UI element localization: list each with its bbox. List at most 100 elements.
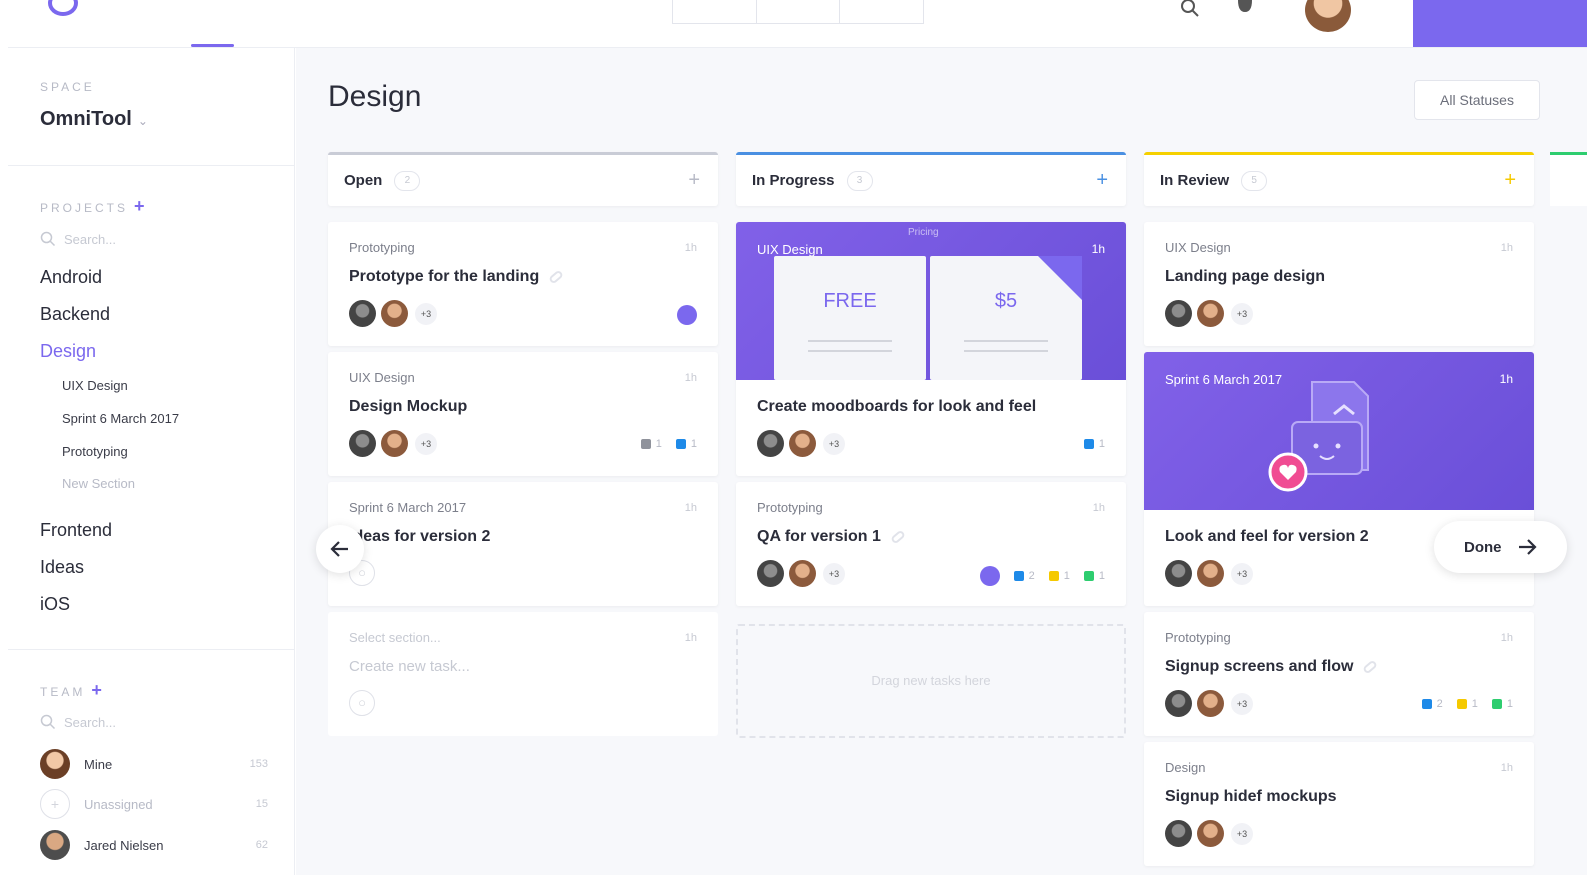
scroll-left-button[interactable] [316, 525, 364, 573]
tag-count: 2 [1436, 698, 1443, 710]
avatar [381, 300, 408, 327]
add-team-member-icon[interactable]: + [91, 680, 102, 700]
status-filter-button[interactable]: All Statuses [1414, 80, 1540, 120]
avatar [349, 300, 376, 327]
card-section: Prototyping [1165, 630, 1231, 645]
assignees[interactable]: +3 [349, 430, 437, 457]
sidebar-subitem-sprint[interactable]: Sprint 6 March 2017 [62, 411, 179, 426]
attachment-icon [889, 529, 906, 545]
card-title: Landing page design [1165, 268, 1326, 285]
unassigned-avatar-icon: + [40, 789, 70, 819]
assignees[interactable]: ○ [349, 690, 375, 716]
task-card[interactable]: Sprint 6 March 2017 1h Ideas for version… [328, 482, 718, 606]
notifications-icon[interactable] [1234, 0, 1256, 16]
column-count: 2 [394, 170, 421, 191]
pricing-card-free: FREE [774, 256, 926, 380]
task-card[interactable]: Pricing UIX Design 1h FREE $5 Create moo… [736, 222, 1126, 476]
sidebar-subitem-uix-design[interactable]: UIX Design [62, 378, 128, 393]
view-switcher[interactable] [672, 0, 924, 24]
column-count: 3 [846, 170, 873, 191]
tag-badge: 1 [1456, 698, 1478, 710]
task-card[interactable]: Prototyping 1h Prototype for the landing… [328, 222, 718, 346]
view-option-2[interactable] [757, 0, 841, 23]
arrow-left-icon [330, 541, 348, 557]
tag-color [640, 439, 651, 449]
avatar [1197, 690, 1224, 717]
sidebar-item-ios[interactable]: iOS [40, 594, 70, 615]
task-card[interactable]: Design 1h Signup hidef mockups +3 [1144, 742, 1534, 866]
assignees[interactable]: +3 [1165, 300, 1253, 327]
avatar [789, 560, 816, 587]
assignees[interactable]: +3 [757, 560, 845, 587]
card-time: 1h [684, 242, 697, 254]
sidebar-divider [8, 165, 295, 166]
avatar [1165, 820, 1192, 847]
team-member-mine[interactable]: Mine 153 [40, 748, 268, 780]
tag-color [675, 439, 686, 449]
pricing-card-paid: $5 [930, 256, 1082, 380]
tag-color [1421, 699, 1432, 709]
projects-search[interactable]: Search... [40, 231, 116, 247]
app-logo-icon[interactable] [48, 0, 78, 16]
primary-action-button[interactable] [1413, 0, 1587, 47]
tag-count: 1 [655, 438, 662, 450]
search-icon[interactable] [1180, 0, 1200, 20]
column-in-review: In Review 5 + UIX Design 1h Landing page… [1144, 152, 1534, 866]
scroll-right-done-button[interactable]: Done [1434, 521, 1567, 573]
space-name: OmniTool [40, 108, 132, 130]
add-project-icon[interactable]: + [134, 196, 145, 216]
team-member-jared-nielsen[interactable]: Jared Nielsen 62 [40, 829, 268, 861]
add-task-icon[interactable]: + [1096, 169, 1108, 192]
more-assignees-badge: +3 [1231, 302, 1253, 325]
user-avatar[interactable] [1305, 0, 1351, 32]
sidebar-item-android[interactable]: Android [40, 267, 102, 288]
assign-user-icon[interactable]: ○ [349, 690, 375, 716]
task-card[interactable]: Prototyping 1h QA for version 1 +3 2 1 1 [736, 482, 1126, 606]
assignees[interactable]: +3 [1165, 820, 1253, 847]
attachment-icon [548, 269, 565, 285]
sidebar-item-design[interactable]: Design [40, 341, 96, 362]
new-task-card[interactable]: Select section... 1h Create new task... … [328, 612, 718, 736]
space-selector[interactable]: OmniTool ⌄ [40, 108, 148, 131]
card-time: 1h [684, 632, 697, 644]
sidebar-subitem-new-section[interactable]: New Section [62, 476, 135, 491]
sidebar-item-frontend[interactable]: Frontend [40, 520, 112, 541]
card-badges [677, 305, 697, 325]
sidebar-item-backend[interactable]: Backend [40, 304, 110, 325]
view-option-3[interactable] [840, 0, 923, 23]
text-line [964, 340, 1048, 342]
card-section: Sprint 6 March 2017 [349, 500, 467, 515]
assignees[interactable]: +3 [349, 300, 437, 327]
view-option-1[interactable] [673, 0, 757, 23]
drop-zone[interactable]: Drag new tasks here [736, 624, 1126, 738]
assignees[interactable]: +3 [757, 430, 845, 457]
avatar [1165, 300, 1192, 327]
tag-count: 2 [1028, 570, 1035, 582]
select-section-placeholder[interactable]: Select section... [349, 630, 441, 645]
more-assignees-badge: +3 [823, 562, 845, 585]
card-title: Prototype for the landing [349, 268, 540, 285]
task-card[interactable]: Prototyping 1h Signup screens and flow +… [1144, 612, 1534, 736]
add-task-icon[interactable]: + [1504, 169, 1516, 192]
card-time: 1h [684, 502, 697, 514]
task-card[interactable]: UIX Design 1h Design Mockup +3 1 1 [328, 352, 718, 476]
text-line [808, 340, 892, 342]
sidebar-subitem-prototyping[interactable]: Prototyping [62, 444, 128, 459]
add-task-icon[interactable]: + [688, 169, 700, 192]
card-time: 1h [1499, 372, 1513, 386]
column-count: 5 [1241, 170, 1268, 191]
tag-color [1456, 699, 1467, 709]
document-illustration-icon [1268, 381, 1369, 492]
team-member-name: Unassigned [84, 796, 153, 812]
column-name: In Progress [752, 172, 835, 189]
team-search[interactable]: Search... [40, 714, 116, 730]
column-in-progress: In Progress 3 + Pricing UIX Design 1h FR… [736, 152, 1126, 738]
sidebar-item-ideas[interactable]: Ideas [40, 557, 84, 578]
team-member-unassigned[interactable]: + Unassigned 15 [40, 788, 268, 820]
column-header: In Review 5 + [1144, 152, 1534, 206]
assignees[interactable]: +3 [1165, 690, 1253, 717]
tag-badge: 2 [1013, 570, 1035, 582]
assignees[interactable]: +3 [1165, 560, 1253, 587]
task-card[interactable]: UIX Design 1h Landing page design +3 [1144, 222, 1534, 346]
new-task-input[interactable]: Create new task... [349, 658, 470, 675]
